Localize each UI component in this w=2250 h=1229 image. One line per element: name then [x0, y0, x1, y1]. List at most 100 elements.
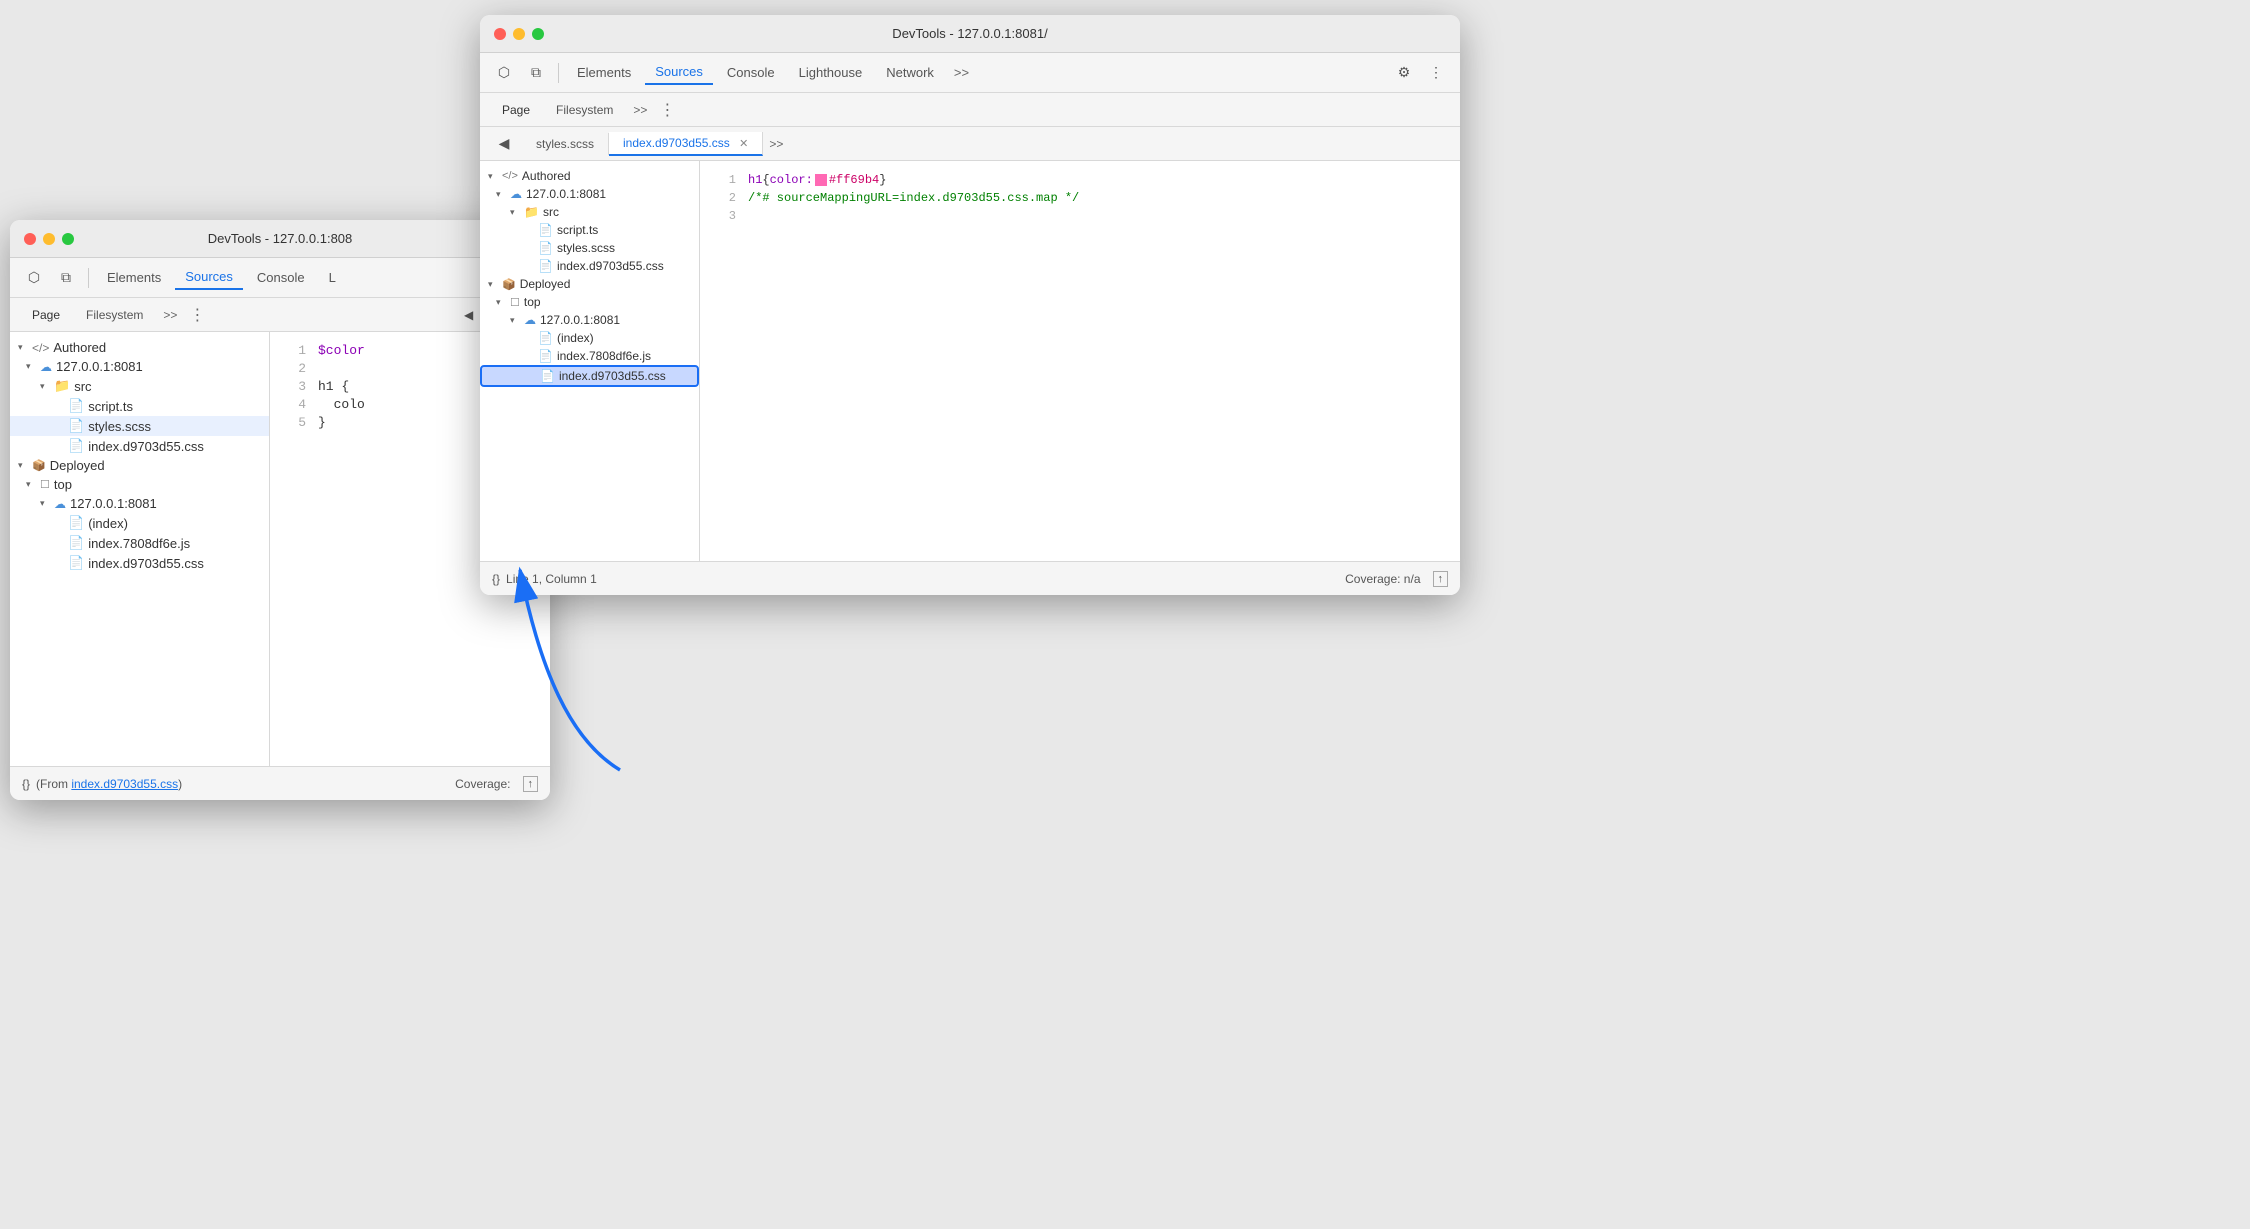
subtab-page-front[interactable]: Page — [490, 99, 542, 121]
cursor-icon[interactable]: ⬡ — [20, 264, 48, 292]
file-tabs-more[interactable]: >> — [763, 135, 789, 153]
host-label-back: 127.0.0.1:8081 — [56, 359, 143, 374]
ch-host-front: ▾ — [496, 189, 506, 200]
window-controls-front — [494, 28, 544, 40]
cloud-icon-2-front: ☁ — [524, 313, 536, 327]
tree-deployed-front[interactable]: ▾ 📦 Deployed — [480, 275, 699, 293]
subtab-filesystem-front[interactable]: Filesystem — [544, 99, 625, 121]
folder-icon-front: 📁 — [524, 205, 539, 219]
tree-authored-front[interactable]: ▾ </> Authored — [480, 167, 699, 185]
host2-label-back: 127.0.0.1:8081 — [70, 496, 157, 511]
close-button[interactable] — [24, 233, 36, 245]
file-tab-css[interactable]: index.d9703d55.css ✕ — [609, 132, 763, 156]
tree-css-front[interactable]: 📄 index.d9703d55.css — [480, 257, 699, 275]
minimize-button-front[interactable] — [513, 28, 525, 40]
gear-icon-front[interactable]: ⚙ — [1390, 59, 1418, 87]
subtab-more-back[interactable]: >> — [157, 306, 183, 324]
close-button-front[interactable] — [494, 28, 506, 40]
tab-console-front[interactable]: Console — [717, 61, 785, 84]
tree-src-back[interactable]: ▾ 📁 src — [10, 376, 269, 396]
code-area-front: 1 h1{color:#ff69b4} 2 /*# sourceMappingU… — [700, 161, 1460, 561]
cursor-icon-front[interactable]: ⬡ — [490, 59, 518, 87]
file-tree-back[interactable]: ▾ </> Authored ▾ ☁ 127.0.0.1:8081 ▾ 📁 sr… — [10, 332, 270, 766]
tree-index-back[interactable]: 📄 (index) — [10, 513, 269, 533]
expand-icon-front[interactable]: ↑ — [1433, 571, 1449, 587]
folder-icon-src: 📁 — [54, 378, 70, 394]
tree-styles-front[interactable]: 📄 styles.scss — [480, 239, 699, 257]
tree-js-front[interactable]: 📄 index.7808df6e.js — [480, 347, 699, 365]
file-css-icon-front: 📄 — [538, 259, 553, 273]
color-prop: color: — [770, 173, 813, 187]
subtab-menu-front[interactable]: ⋮ — [659, 100, 675, 120]
line-num-1: 1 — [286, 342, 306, 360]
tab-elements-front[interactable]: Elements — [567, 61, 641, 84]
top-label-back: top — [54, 477, 72, 492]
toolbar-right-front: ⚙ ⋮ — [1390, 59, 1450, 87]
back-icon[interactable]: ◀ — [457, 303, 481, 327]
status-left-back: {} (From index.d9703d55.css) — [22, 777, 182, 791]
close-tab-icon[interactable]: ✕ — [739, 138, 748, 150]
coverage-back: Coverage: — [455, 777, 510, 791]
index-label-front: (index) — [557, 331, 594, 345]
subtabs-front: Page Filesystem >> ⋮ — [480, 93, 1460, 127]
toolbar-more-front[interactable]: >> — [948, 63, 975, 82]
file-tree-front[interactable]: ▾ </> Authored ▾ ☁ 127.0.0.1:8081 ▾ 📁 sr… — [480, 161, 700, 561]
tab-elements-back[interactable]: Elements — [97, 266, 171, 289]
tree-src-front[interactable]: ▾ 📁 src — [480, 203, 699, 221]
expand-icon-back[interactable]: ↑ — [523, 776, 539, 792]
chevron-authored: ▾ — [18, 342, 28, 353]
css2-label-back: index.d9703d55.css — [88, 556, 204, 571]
maximize-button[interactable] — [62, 233, 74, 245]
subtab-page-back[interactable]: Page — [20, 304, 72, 326]
file-tab-styles[interactable]: styles.scss — [522, 133, 609, 155]
devtools-window-front: DevTools - 127.0.0.1:8081/ ⬡ ⧉ Elements … — [480, 15, 1460, 595]
src-label-front: src — [543, 205, 559, 219]
brace-close: } — [879, 173, 886, 187]
tab-sources-front[interactable]: Sources — [645, 60, 713, 85]
js-label-back: index.7808df6e.js — [88, 536, 190, 551]
code-content-1-front: h1{color:#ff69b4} — [748, 171, 886, 189]
file-css2-icon-front: 📄 — [540, 369, 555, 383]
tree-authored-back[interactable]: ▾ </> Authored — [10, 338, 269, 357]
file-js-icon-front: 📄 — [538, 349, 553, 363]
tree-js-back[interactable]: 📄 index.7808df6e.js — [10, 533, 269, 553]
subtab-more-front[interactable]: >> — [627, 101, 653, 119]
tree-script-front[interactable]: 📄 script.ts — [480, 221, 699, 239]
status-right-front: Coverage: n/a ↑ — [1345, 571, 1448, 587]
layers-icon[interactable]: ⧉ — [52, 264, 80, 292]
back-button-front[interactable]: ◀ — [490, 130, 518, 158]
maximize-button-front[interactable] — [532, 28, 544, 40]
styles-label-front: styles.scss — [557, 241, 615, 255]
line-num-4: 4 — [286, 396, 306, 414]
subtab-filesystem-back[interactable]: Filesystem — [74, 304, 155, 326]
chevron-host: ▾ — [26, 361, 36, 372]
tab-console-back[interactable]: Console — [247, 266, 315, 289]
more-icon-front[interactable]: ⋮ — [1422, 59, 1450, 87]
tab-more-back[interactable]: L — [319, 266, 346, 289]
tree-host2-front[interactable]: ▾ ☁ 127.0.0.1:8081 — [480, 311, 699, 329]
tree-styles-back[interactable]: 📄 styles.scss — [10, 416, 269, 436]
tab-lighthouse-front[interactable]: Lighthouse — [789, 61, 873, 84]
tree-css2-back[interactable]: 📄 index.d9703d55.css — [10, 553, 269, 573]
tree-css-back[interactable]: 📄 index.d9703d55.css — [10, 436, 269, 456]
tree-host-back[interactable]: ▾ ☁ 127.0.0.1:8081 — [10, 357, 269, 376]
tree-host2-back[interactable]: ▾ ☁ 127.0.0.1:8081 — [10, 494, 269, 513]
layers-icon-front[interactable]: ⧉ — [522, 59, 550, 87]
tab-network-front[interactable]: Network — [876, 61, 944, 84]
window-controls-back — [24, 233, 74, 245]
chevron-src: ▾ — [40, 381, 50, 392]
tree-deployed-back[interactable]: ▾ 📦 Deployed — [10, 456, 269, 475]
tree-host-front[interactable]: ▾ ☁ 127.0.0.1:8081 — [480, 185, 699, 203]
tab-sources-back[interactable]: Sources — [175, 265, 243, 290]
tree-index-front[interactable]: 📄 (index) — [480, 329, 699, 347]
tree-top-back[interactable]: ▾ ☐ top — [10, 475, 269, 494]
from-link-back[interactable]: index.d9703d55.css — [71, 777, 178, 791]
subtab-menu-back[interactable]: ⋮ — [189, 305, 205, 325]
line-col-status: Line 1, Column 1 — [506, 572, 597, 586]
file-scss-icon-front: 📄 — [538, 241, 553, 255]
minimize-button[interactable] — [43, 233, 55, 245]
tree-top-front[interactable]: ▾ ☐ top — [480, 293, 699, 311]
subtabs-back: Page Filesystem >> ⋮ ◀ script.ts — [10, 298, 550, 332]
tree-script-back[interactable]: 📄 script.ts — [10, 396, 269, 416]
tree-css2-front-highlighted[interactable]: 📄 index.d9703d55.css — [480, 365, 699, 387]
